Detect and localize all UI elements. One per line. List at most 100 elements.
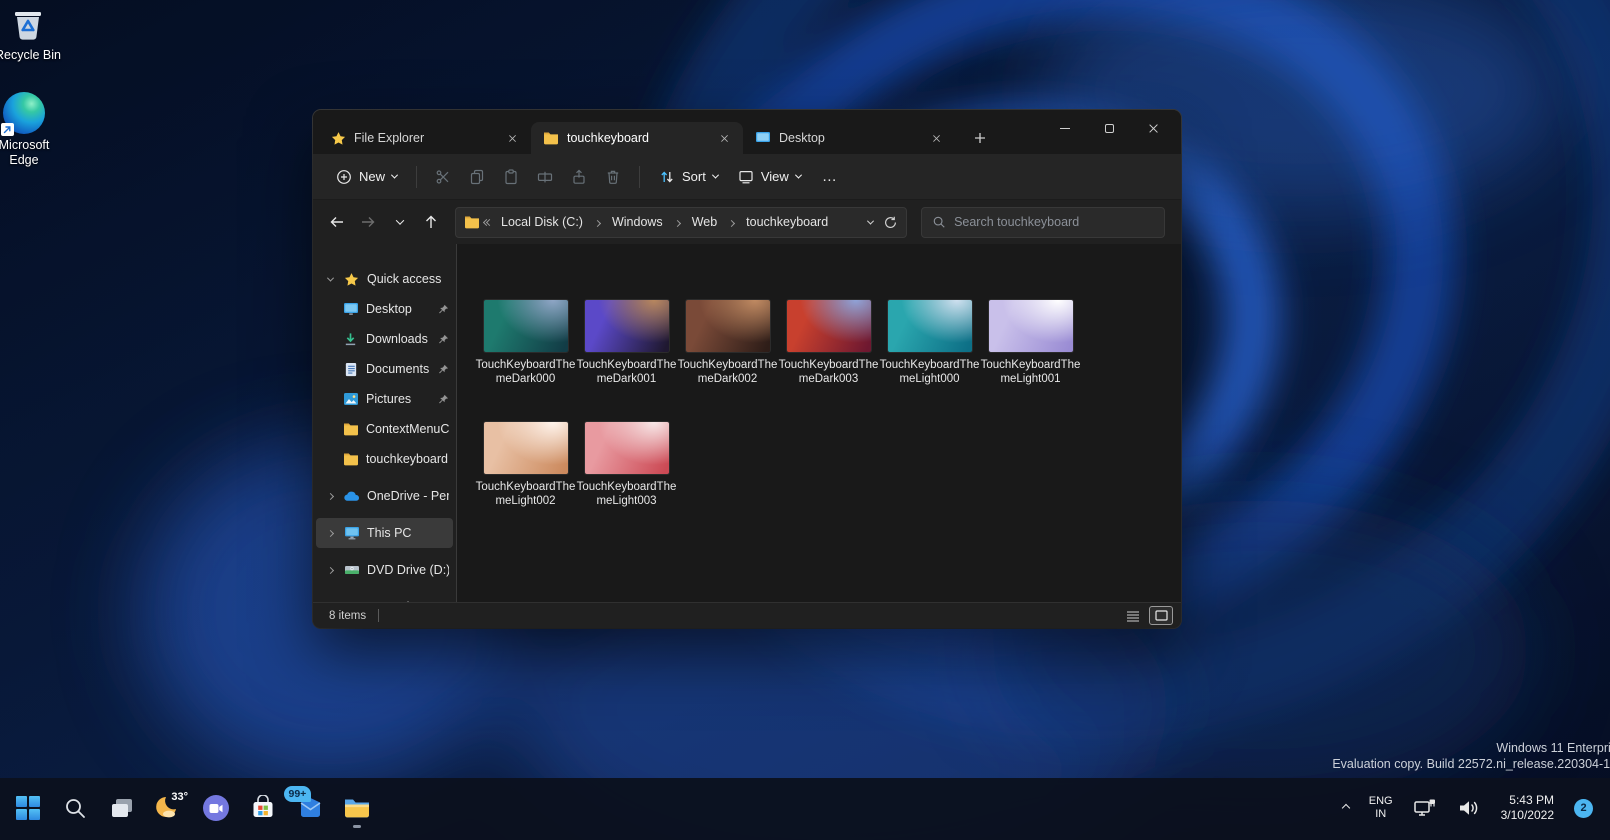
breadcrumb-item[interactable]: Local Disk (C:) — [498, 213, 586, 231]
search-box[interactable] — [921, 207, 1165, 238]
sidebar-item-quick-access[interactable]: Quick access — [316, 264, 453, 294]
new-tab-button[interactable] — [965, 124, 995, 152]
file-name: TouchKeyboardThemeLight001 — [981, 358, 1081, 386]
file-thumbnail — [686, 300, 770, 352]
minimize-button[interactable] — [1043, 114, 1087, 142]
notification-count-badge: 2 — [1574, 799, 1593, 818]
onedrive-icon — [343, 488, 360, 505]
file-name: TouchKeyboardThemeLight000 — [880, 358, 980, 386]
tab-file-explorer[interactable]: File Explorer — [319, 122, 531, 154]
forward-button[interactable] — [355, 208, 383, 236]
share-button[interactable] — [563, 163, 595, 191]
language-indicator[interactable]: ENG IN — [1362, 788, 1400, 828]
windows-logo-icon — [16, 796, 40, 820]
file-item[interactable]: TouchKeyboardThemeLight000 — [879, 300, 980, 386]
copy-button[interactable] — [461, 163, 493, 191]
refresh-icon[interactable] — [883, 215, 898, 230]
tab-desktop[interactable]: Desktop — [743, 122, 955, 154]
chevron-right-icon — [672, 215, 683, 229]
sidebar-item-downloads[interactable]: Downloads — [316, 324, 453, 354]
sidebar-item-touchkeyboard[interactable]: touchkeyboard — [316, 444, 453, 474]
sort-button[interactable]: Sort — [650, 163, 727, 191]
downloads-icon — [342, 331, 359, 348]
chevron-down-icon — [795, 172, 802, 179]
sidebar-item-onedrive[interactable]: OneDrive - Perso — [316, 481, 453, 511]
network-tray-button[interactable] — [1406, 788, 1444, 828]
file-explorer-button[interactable] — [337, 786, 377, 830]
chevron-right-icon — [592, 215, 603, 229]
tab-close-icon[interactable] — [925, 127, 947, 149]
sidebar-item-documents[interactable]: Documents — [316, 354, 453, 384]
maximize-button[interactable] — [1087, 114, 1131, 142]
file-item[interactable]: TouchKeyboardThemeDark003 — [778, 300, 879, 386]
sidebar-item-label: OneDrive - Perso — [367, 489, 449, 503]
recent-locations-button[interactable] — [386, 208, 414, 236]
breadcrumb-item[interactable]: Windows — [609, 213, 666, 231]
microsoft-store-button[interactable] — [243, 786, 283, 830]
trash-icon — [605, 169, 621, 185]
taskbar-search-button[interactable] — [55, 786, 95, 830]
task-view-button[interactable] — [102, 786, 142, 830]
weather-widget-icon: 33° — [154, 795, 184, 821]
view-button[interactable]: View — [729, 163, 810, 191]
file-item[interactable]: TouchKeyboardThemeLight001 — [980, 300, 1081, 386]
notification-center-button[interactable]: 2 — [1567, 788, 1600, 828]
cut-button[interactable] — [427, 163, 459, 191]
desktop-icon-microsoft-edge[interactable]: Microsoft Edge — [0, 92, 60, 168]
address-bar[interactable]: Local Disk (C:) Windows Web touchkeyboar… — [455, 207, 907, 238]
sidebar-item-this-pc[interactable]: This PC — [316, 518, 453, 548]
breadcrumb-overflow-icon[interactable] — [486, 220, 492, 225]
language-code: ENG — [1369, 795, 1393, 808]
start-button[interactable] — [8, 786, 48, 830]
address-dropdown-icon[interactable] — [867, 217, 874, 224]
file-item[interactable]: TouchKeyboardThemeDark001 — [576, 300, 677, 386]
sidebar-item-contextmenuc[interactable]: ContextMenuC — [316, 414, 453, 444]
chat-button[interactable] — [196, 786, 236, 830]
chevron-right-icon[interactable] — [324, 494, 336, 499]
see-more-button[interactable]: … — [812, 168, 848, 185]
sidebar-item-network[interactable]: Network — [316, 592, 453, 602]
back-button[interactable] — [323, 208, 351, 236]
new-button[interactable]: New — [327, 163, 406, 191]
breadcrumb-item[interactable]: Web — [689, 213, 720, 231]
breadcrumb-item[interactable]: touchkeyboard — [743, 213, 831, 231]
clock[interactable]: 5:43 PM 3/10/2022 — [1494, 788, 1561, 828]
chevron-right-icon[interactable] — [324, 531, 336, 536]
large-thumbnails-view-button[interactable] — [1149, 606, 1173, 625]
view-label: View — [761, 169, 789, 184]
file-item[interactable]: TouchKeyboardThemeLight002 — [475, 422, 576, 508]
file-item[interactable]: TouchKeyboardThemeDark002 — [677, 300, 778, 386]
hidden-icons-button[interactable] — [1336, 788, 1356, 828]
tab-close-icon[interactable] — [501, 127, 523, 149]
sidebar-item-pictures[interactable]: Pictures — [316, 384, 453, 414]
desktop-icon-recycle-bin[interactable]: Recycle Bin — [0, 4, 64, 63]
mail-button[interactable]: 99+ — [290, 786, 330, 830]
volume-tray-button[interactable] — [1450, 788, 1488, 828]
up-button[interactable] — [418, 208, 446, 236]
folder-icon — [342, 451, 359, 468]
sidebar-item-label: ContextMenuC — [366, 422, 449, 436]
paste-button[interactable] — [495, 163, 527, 191]
sidebar-item-label: Pictures — [366, 392, 431, 406]
file-item[interactable]: TouchKeyboardThemeLight003 — [576, 422, 677, 508]
details-view-button[interactable] — [1121, 606, 1145, 625]
tab-touchkeyboard[interactable]: touchkeyboard — [531, 122, 743, 154]
close-button[interactable] — [1131, 114, 1175, 142]
chevron-down-icon — [391, 172, 398, 179]
chevron-right-icon[interactable] — [324, 568, 336, 573]
tab-close-icon[interactable] — [713, 127, 735, 149]
chevron-down-icon[interactable] — [324, 277, 336, 282]
status-bar: 8 items — [313, 602, 1181, 628]
sidebar-item-dvd-drive[interactable]: DVD Drive (D:) C — [316, 555, 453, 585]
file-thumbnail — [888, 300, 972, 352]
widgets-button[interactable]: 33° — [149, 786, 189, 830]
search-input[interactable] — [954, 215, 1154, 229]
paste-icon — [503, 169, 519, 185]
desktop: Recycle Bin Microsoft Edge Windows 11 En… — [0, 0, 1610, 840]
sidebar-item-desktop[interactable]: Desktop — [316, 294, 453, 324]
file-item[interactable]: TouchKeyboardThemeDark000 — [475, 300, 576, 386]
file-explorer-icon — [343, 796, 371, 820]
rename-button[interactable] — [529, 163, 561, 191]
pin-icon — [438, 334, 449, 345]
delete-button[interactable] — [597, 163, 629, 191]
